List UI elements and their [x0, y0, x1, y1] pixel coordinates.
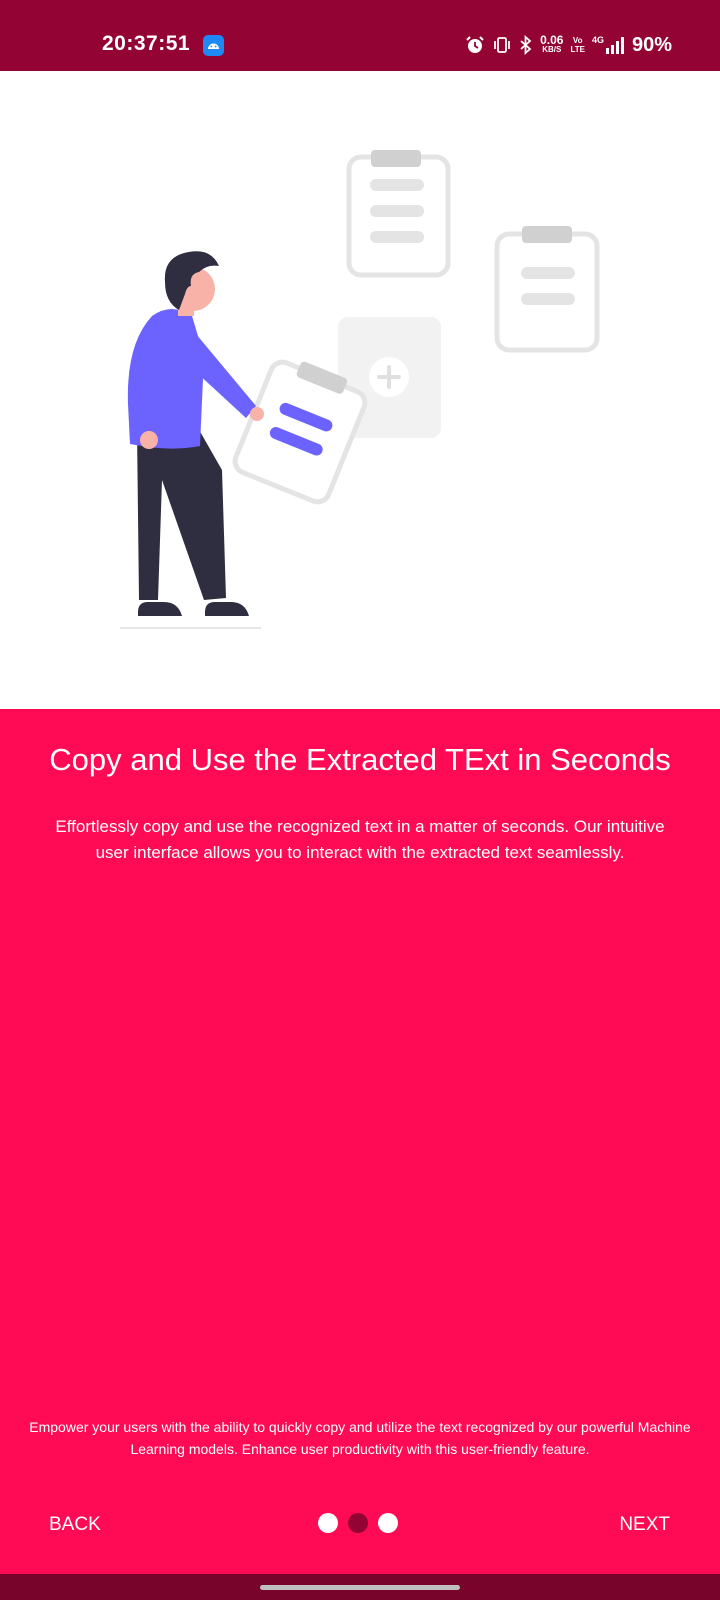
volte-indicator: Vo LTE — [570, 36, 585, 54]
network-type: 4G — [591, 35, 604, 45]
volte-bottom: LTE — [570, 45, 585, 54]
bluetooth-icon — [519, 35, 533, 55]
network-speed: 0.06 KB/S — [540, 33, 564, 55]
battery-level: 90% — [631, 33, 672, 56]
clipboard-icon — [494, 226, 600, 353]
speed-unit: KB/S — [542, 45, 562, 54]
status-time: 20:37:51 — [102, 32, 191, 55]
page-dot-3[interactable] — [378, 1513, 398, 1533]
alarm-icon — [465, 35, 485, 55]
clipboard-icon — [346, 150, 451, 278]
onboarding-illustration — [0, 71, 720, 709]
speed-value: 0.06 — [540, 33, 564, 47]
onboarding-footer-text: Empower your users with the ability to q… — [29, 1419, 691, 1457]
volte-top: Vo — [572, 36, 583, 45]
page-indicator — [318, 1513, 398, 1533]
home-indicator[interactable] — [260, 1585, 460, 1590]
onboarding-title: Copy and Use the Extracted TExt in Secon… — [49, 742, 671, 777]
gesture-bar — [0, 1574, 720, 1600]
status-icons: 0.06 KB/S Vo LTE 4G 90% — [465, 32, 672, 58]
back-button[interactable]: BACK — [49, 1510, 101, 1540]
android-debug-icon — [203, 35, 224, 56]
status-bar: 20:37:51 0.06 KB/S Vo LTE 4G 90% — [0, 0, 720, 71]
vibrate-icon — [492, 35, 512, 55]
signal-icon: 4G — [592, 35, 625, 55]
page-dot-2-active[interactable] — [348, 1513, 368, 1533]
onboarding-description: Effortlessly copy and use the recognized… — [55, 817, 665, 862]
page-dot-1[interactable] — [318, 1513, 338, 1533]
next-button[interactable]: NEXT — [619, 1510, 670, 1540]
